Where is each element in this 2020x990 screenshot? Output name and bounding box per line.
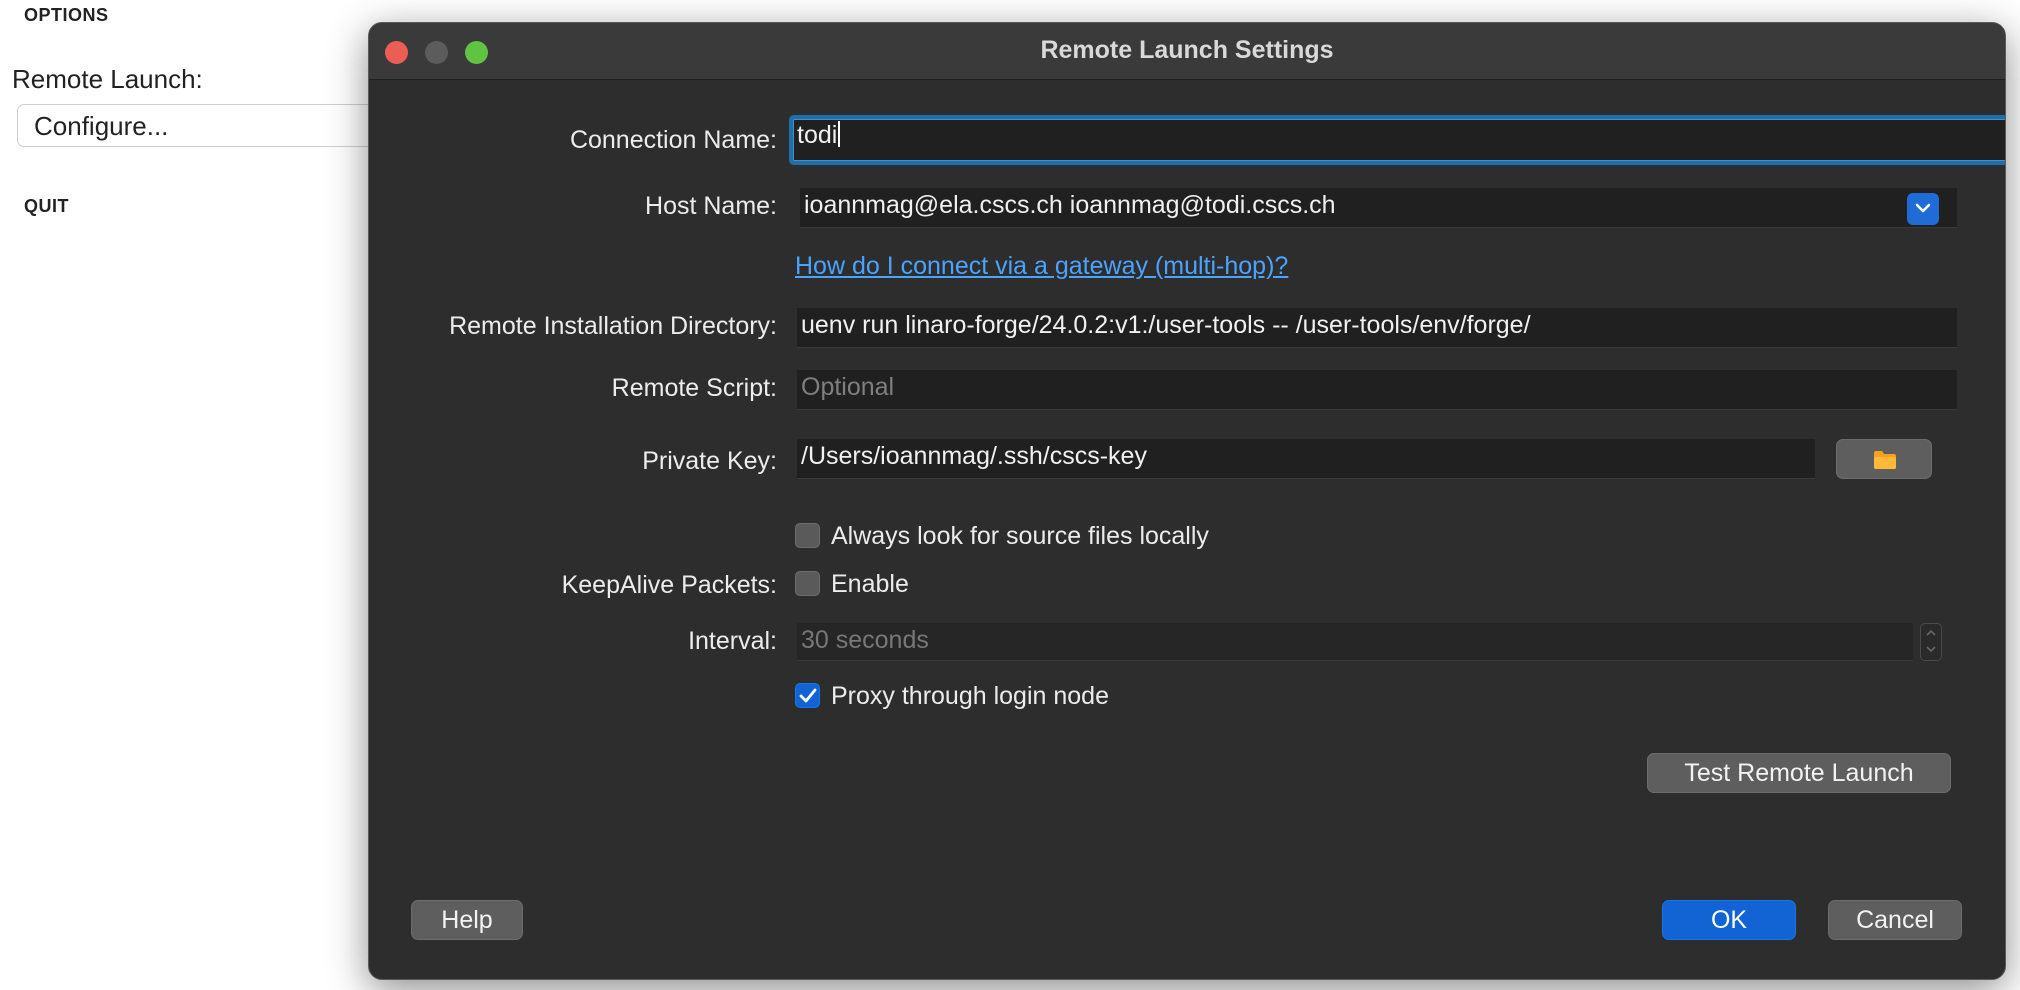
install-dir-input[interactable]: uenv run linaro-forge/24.0.2:v1:/user-to… — [797, 308, 1957, 348]
dialog-title: Remote Launch Settings — [1040, 36, 1334, 64]
install-dir-label: Remote Installation Directory: — [449, 312, 777, 340]
browse-private-key-button[interactable] — [1836, 439, 1932, 479]
quit-heading: QUIT — [24, 196, 69, 216]
source-files-locally-checkbox[interactable] — [795, 523, 820, 548]
proxy-login-node-checkbox[interactable] — [795, 683, 820, 708]
private-key-value: /Users/ioannmag/.ssh/cscs-key — [801, 442, 1147, 470]
remote-script-placeholder: Optional — [801, 373, 895, 401]
keepalive-enable-checkbox[interactable] — [795, 571, 820, 596]
private-key-input[interactable]: /Users/ioannmag/.ssh/cscs-key — [797, 439, 1815, 479]
connection-name-input[interactable]: todi — [789, 115, 2005, 165]
folder-icon — [1874, 451, 1896, 469]
help-button[interactable]: Help — [411, 900, 523, 940]
source-files-locally-label: Always look for source files locally — [831, 522, 1209, 550]
title-bar: Remote Launch Settings — [369, 23, 2005, 80]
interval-stepper[interactable] — [1920, 623, 1942, 661]
keepalive-enable-label: Enable — [831, 570, 909, 598]
test-remote-launch-button[interactable]: Test Remote Launch — [1647, 753, 1951, 793]
interval-input[interactable]: 30 seconds — [797, 623, 1913, 661]
keepalive-label: KeepAlive Packets: — [561, 571, 777, 599]
ok-button[interactable]: OK — [1662, 900, 1796, 940]
interval-label: Interval: — [688, 627, 777, 655]
remote-script-input[interactable]: Optional — [797, 370, 1957, 410]
install-dir-value: uenv run linaro-forge/24.0.2:v1:/user-to… — [801, 311, 1531, 339]
host-name-combobox[interactable]: ioannmag@ela.cscs.ch ioannmag@todi.cscs.… — [800, 188, 1957, 228]
proxy-login-node-label: Proxy through login node — [831, 682, 1109, 710]
connection-name-value: todi — [797, 121, 838, 149]
remote-script-label: Remote Script: — [611, 374, 777, 402]
chevron-down-icon — [1915, 203, 1931, 213]
cancel-button[interactable]: Cancel — [1828, 900, 1962, 940]
host-name-value: ioannmag@ela.cscs.ch ioannmag@todi.cscs.… — [804, 191, 1336, 219]
host-name-dropdown-button[interactable] — [1907, 193, 1939, 225]
remote-launch-label: Remote Launch: — [12, 64, 203, 94]
checkmark-icon — [799, 688, 817, 703]
private-key-label: Private Key: — [642, 447, 777, 475]
chevron-down-icon[interactable] — [1925, 645, 1937, 653]
remote-launch-settings-dialog: Remote Launch Settings Connection Name: … — [368, 22, 2006, 980]
options-heading: OPTIONS — [24, 5, 109, 25]
interval-value: 30 seconds — [801, 626, 929, 654]
chevron-up-icon[interactable] — [1925, 629, 1937, 637]
text-caret — [838, 121, 841, 147]
host-name-label: Host Name: — [645, 192, 777, 220]
connection-name-label: Connection Name: — [569, 126, 777, 154]
gateway-help-link[interactable]: How do I connect via a gateway (multi-ho… — [795, 252, 1288, 281]
